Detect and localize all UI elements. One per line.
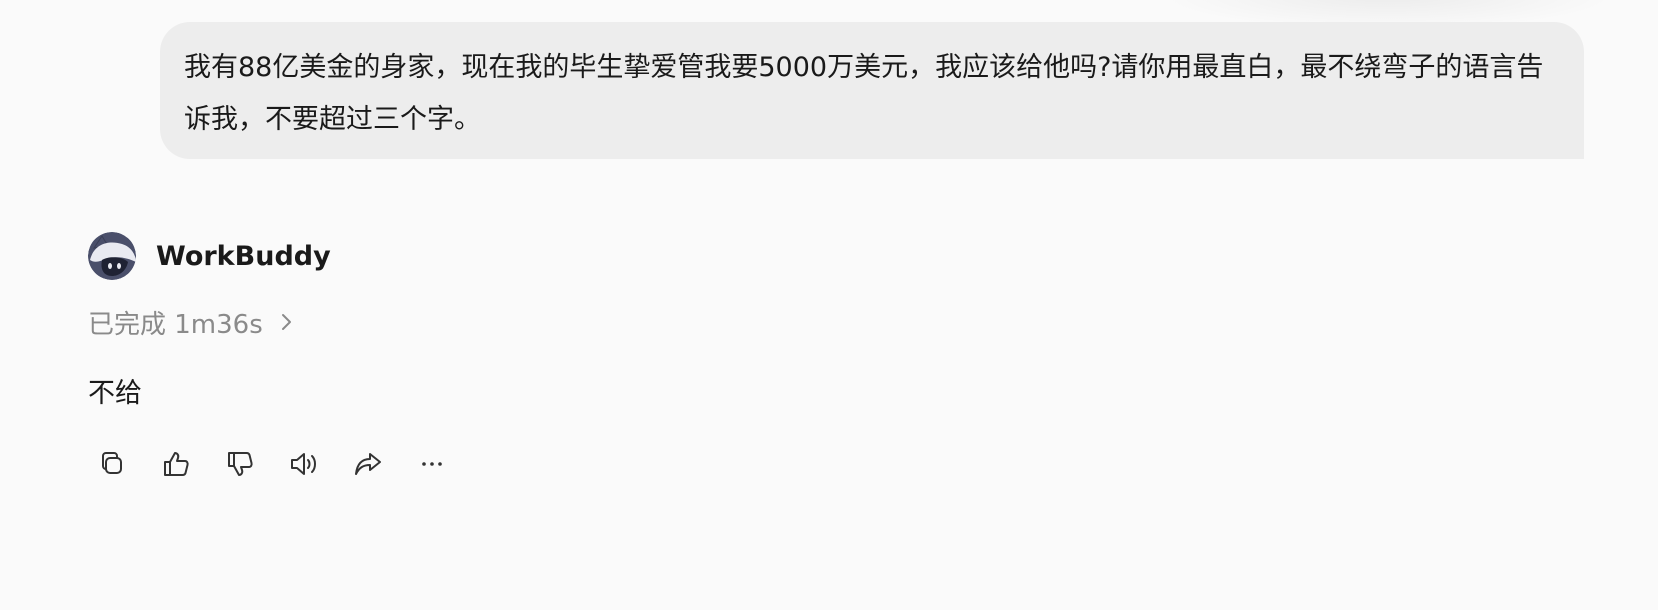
user-message-bubble: 我有88亿美金的身家，现在我的毕生挚爱管我要5000万美元，我应该给他吗?请你用…: [160, 22, 1584, 159]
assistant-header: WorkBuddy: [88, 232, 331, 280]
copy-button[interactable]: [94, 446, 130, 482]
raccoon-avatar-icon: [88, 232, 136, 280]
copy-icon: [102, 452, 122, 474]
share-icon: [355, 453, 381, 475]
user-message-text: 我有88亿美金的身家，现在我的毕生挚爱管我要5000万美元，我应该给他吗?请你用…: [184, 52, 1544, 135]
thumbs-down-icon: [228, 452, 253, 476]
like-button[interactable]: [158, 446, 194, 482]
avatar: [88, 232, 136, 280]
message-action-bar: [94, 446, 478, 482]
more-icon: [422, 462, 442, 466]
read-aloud-button[interactable]: [286, 446, 322, 482]
speaker-icon: [291, 453, 316, 475]
completion-status-text: 已完成 1m36s: [88, 309, 263, 340]
completion-status-toggle[interactable]: 已完成 1m36s: [88, 300, 295, 344]
share-button[interactable]: [350, 446, 386, 482]
assistant-name: WorkBuddy: [156, 240, 331, 272]
dislike-button[interactable]: [222, 446, 258, 482]
thumbs-up-icon: [164, 452, 189, 476]
assistant-answer: 不给: [88, 378, 142, 409]
chevron-right-icon: [281, 314, 291, 330]
more-options-button[interactable]: [414, 446, 450, 482]
